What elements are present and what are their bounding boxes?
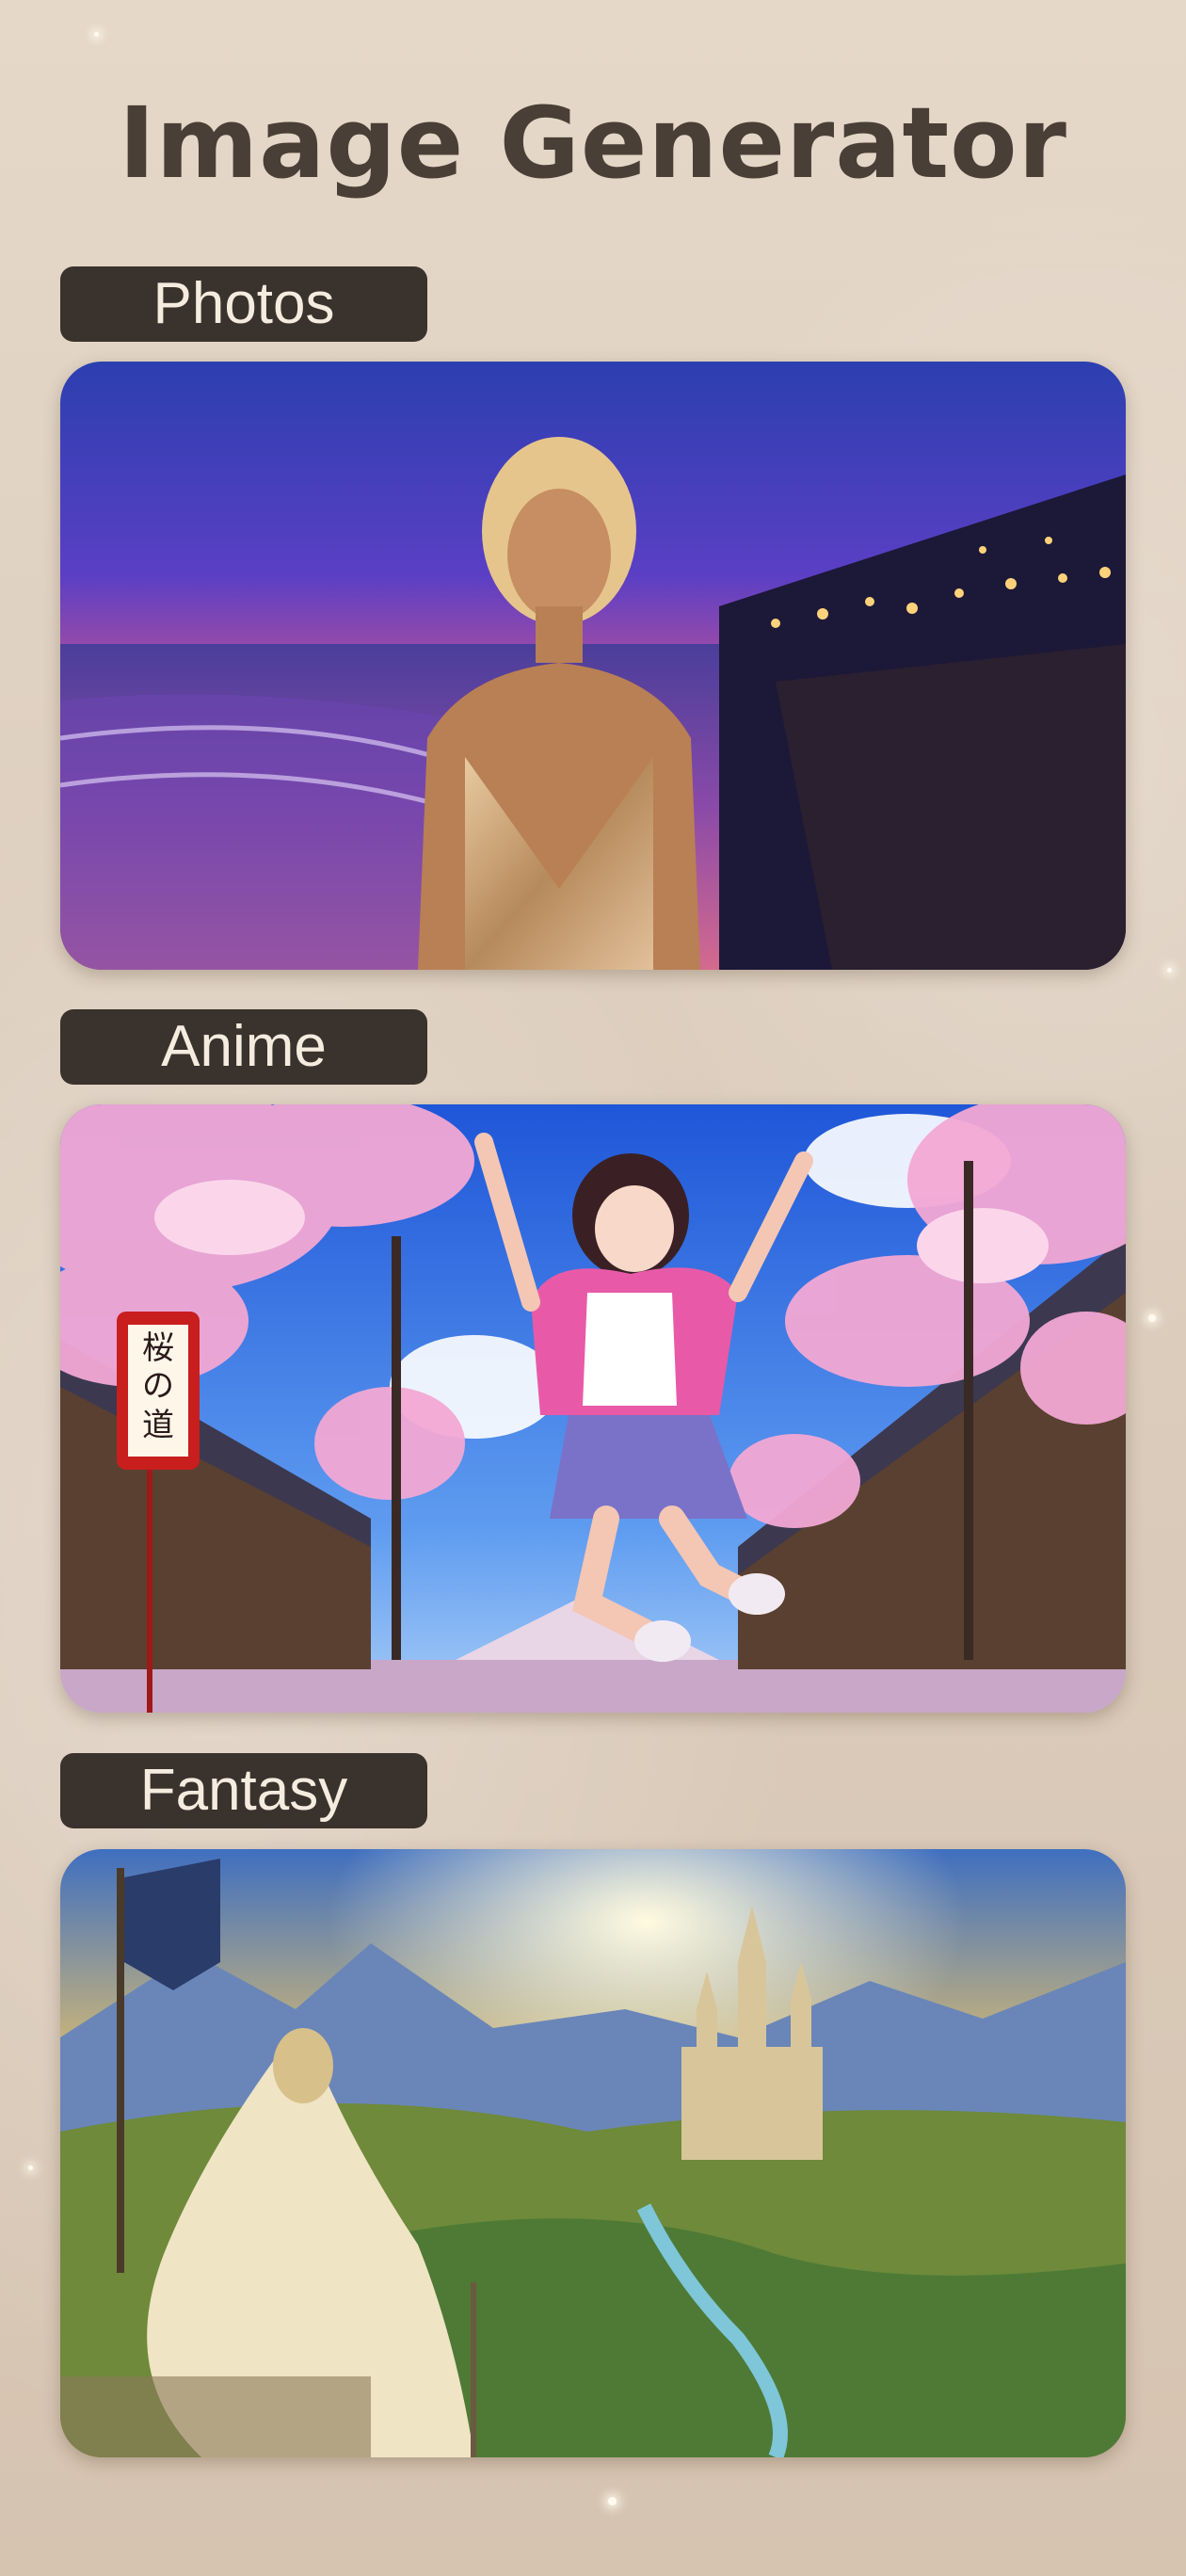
photos-image-card[interactable] — [60, 362, 1126, 970]
sparkle-decoration — [94, 32, 99, 37]
sign-char: 道 — [142, 1407, 174, 1444]
sign-char: 桜 — [142, 1329, 174, 1367]
anime-image-card[interactable]: 桜 の 道 — [60, 1104, 1126, 1713]
photo-beach-sunset-image — [60, 362, 1126, 970]
section-label-anime: Anime — [60, 1009, 427, 1085]
sparkle-decoration — [28, 2165, 33, 2170]
section-label-fantasy: Fantasy — [60, 1753, 427, 1828]
page-title: Image Generator — [119, 86, 1067, 201]
sparkle-decoration — [1167, 968, 1172, 973]
sparkle-decoration — [1148, 1314, 1156, 1322]
fantasy-image-card[interactable] — [60, 1849, 1126, 2457]
fantasy-castle-landscape-image — [60, 1849, 1126, 2457]
anime-cherry-blossom-street-image: 桜 の 道 — [60, 1104, 1126, 1713]
sign-char: の — [142, 1367, 174, 1405]
sparkle-decoration — [608, 2497, 617, 2505]
section-label-photos: Photos — [60, 266, 427, 342]
